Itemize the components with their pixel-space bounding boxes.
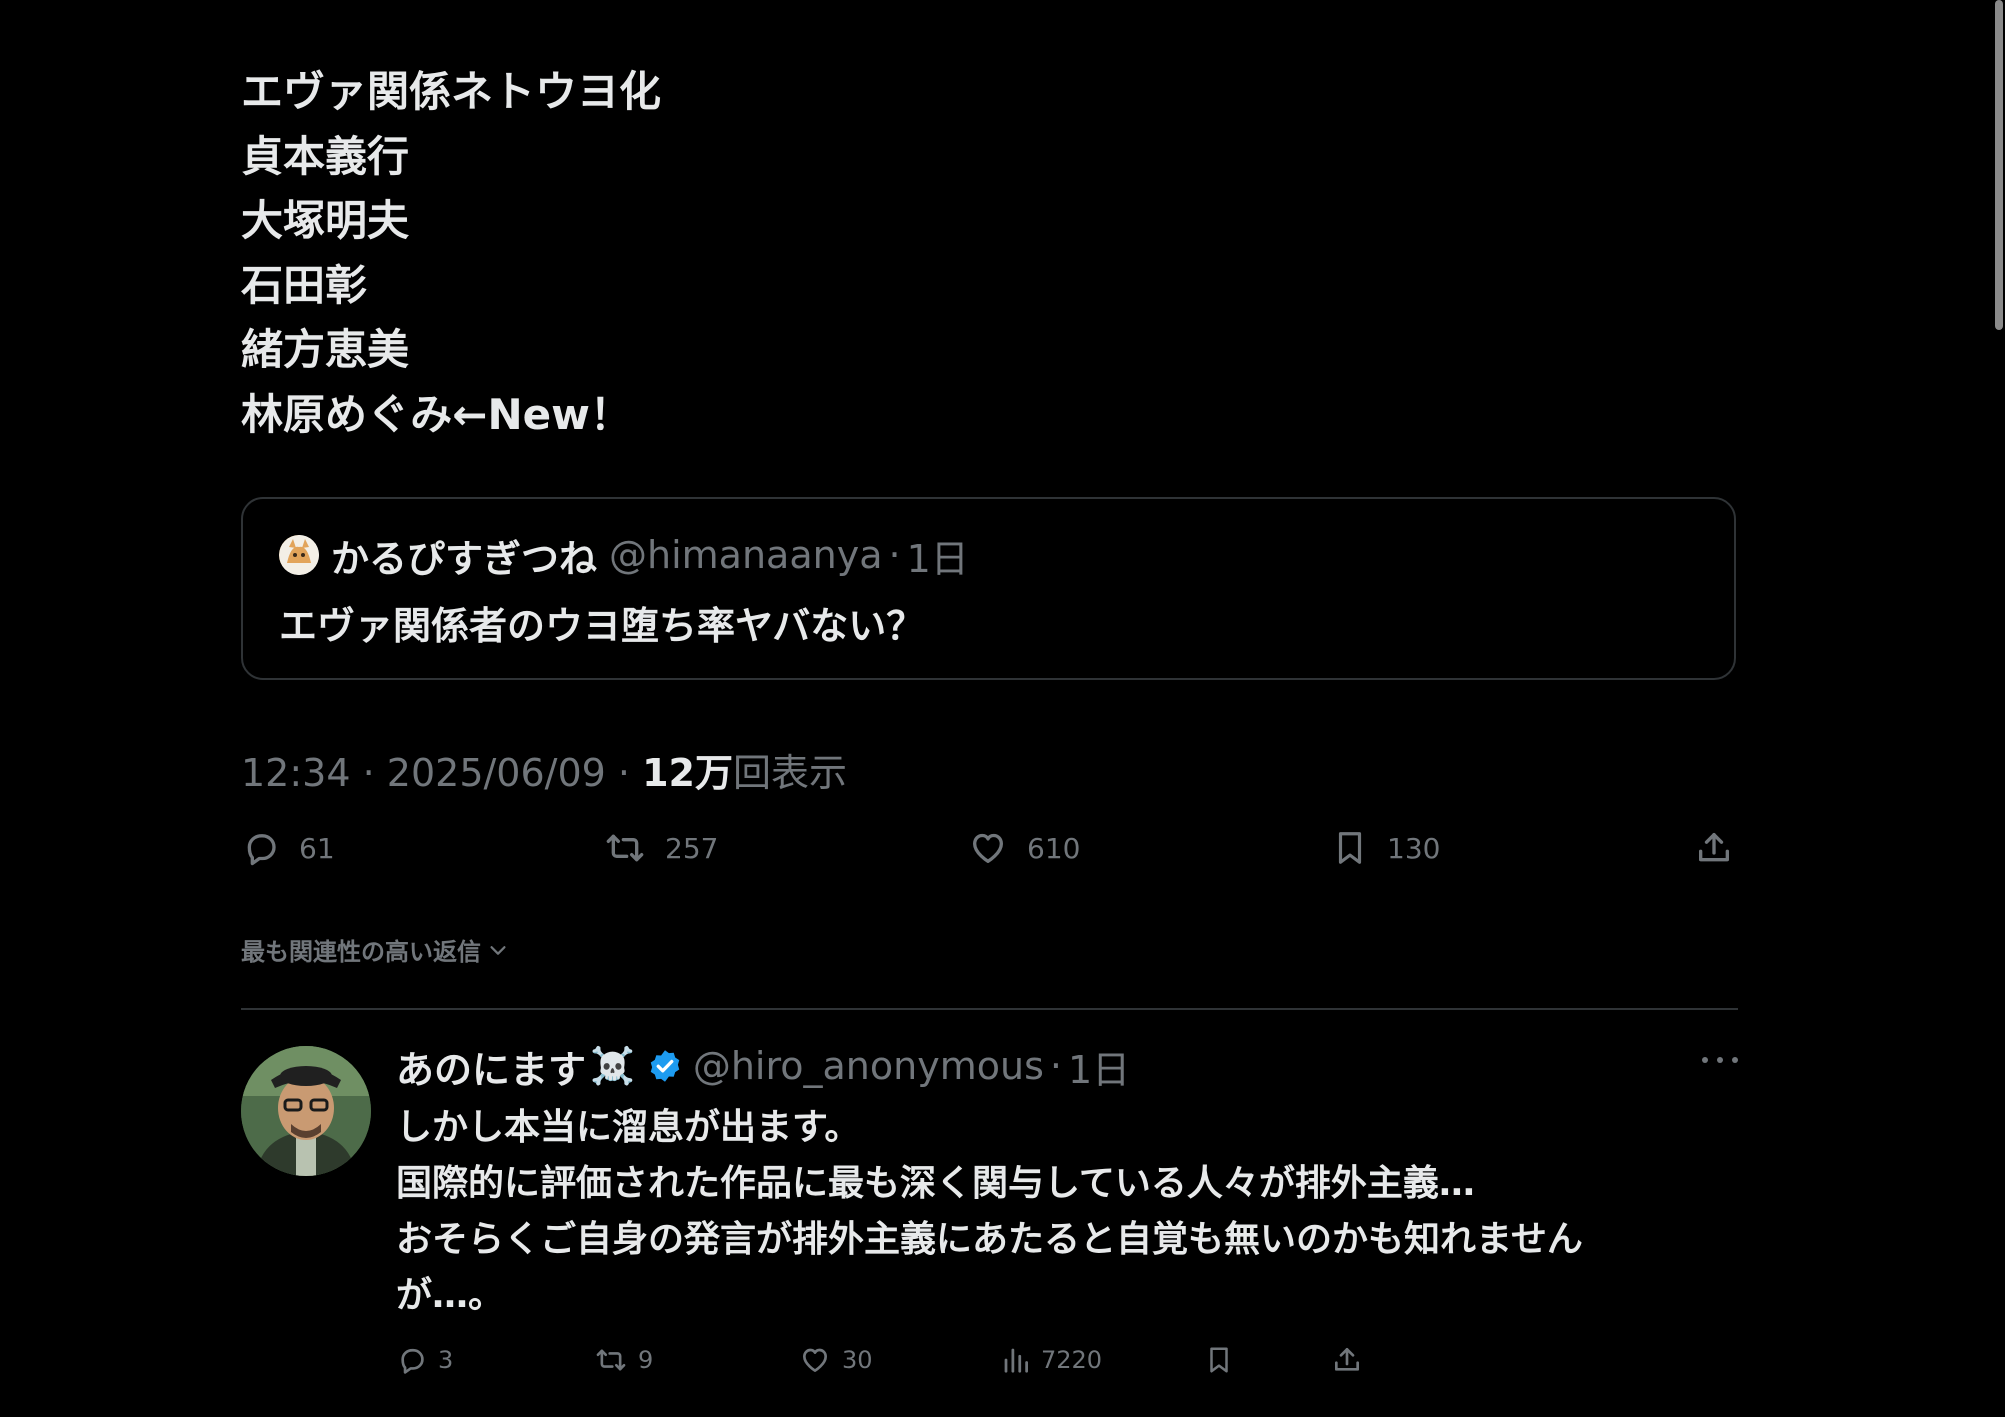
tweet-meta: 12:34 · 2025/06/09 · 12万回表示 [241, 742, 847, 797]
reply-tweet[interactable]: あのにます ☠️ @hiro_anonymous · 1日 しかし本当に溜息が出… [241, 1040, 1738, 1410]
reply-like-button[interactable]: 30 [798, 1340, 873, 1380]
reply-header: あのにます ☠️ @hiro_anonymous · 1日 [396, 1042, 1130, 1092]
more-icon[interactable] [1702, 1050, 1738, 1070]
share-icon [1699, 833, 1729, 862]
reply-icon [401, 1348, 424, 1374]
bookmark-button[interactable]: 130 [1331, 824, 1440, 872]
tweet-line: 貞本義行 [241, 131, 410, 181]
reply-author-avatar[interactable] [241, 1046, 371, 1176]
scrollbar-thumb[interactable] [1995, 0, 2003, 330]
separator-dot: · [888, 533, 901, 577]
reply-author-handle[interactable]: @hiro_anonymous [693, 1044, 1044, 1088]
page-scrollbar[interactable] [1991, 0, 2005, 1417]
reply-sort-dropdown[interactable]: 最も関連性の高い返信 [241, 932, 509, 967]
reply-line: しかし本当に溜息が出ます。 [396, 1107, 861, 1148]
reply-icon [247, 834, 276, 866]
reply-share-button[interactable] [1331, 1340, 1363, 1380]
tweet-line: 林原めぐみ←New！ [241, 389, 632, 439]
views-icon [1004, 1348, 1028, 1373]
separator-dot: · [1049, 1044, 1062, 1088]
reply-time[interactable]: 1日 [1068, 1039, 1130, 1094]
quoted-tweet-header: かるぴすぎつね @himanaanya · 1日 [279, 533, 969, 581]
reply-like-count: 30 [842, 1346, 873, 1374]
view-count: 12万 [642, 751, 733, 795]
reply-author-name[interactable]: あのにます [396, 1039, 586, 1094]
chevron-down-icon [490, 945, 506, 955]
reply-reply-count: 3 [438, 1346, 454, 1374]
bookmark-icon [1338, 832, 1362, 864]
share-button[interactable] [1694, 824, 1734, 872]
retweet-icon [596, 1349, 626, 1371]
reply-reply-button[interactable]: 3 [396, 1340, 453, 1380]
retweet-count: 257 [665, 831, 719, 865]
reply-bookmark-button[interactable] [1204, 1340, 1234, 1380]
view-count-label: 回表示 [733, 751, 848, 795]
bookmark-icon [1210, 1347, 1228, 1373]
bookmark-count: 130 [1387, 831, 1441, 865]
tweet-text: エヴァ関係ネトウヨ化 貞本義行 大塚明夫 石田彰 緒方恵美 林原めぐみ←New！ [241, 60, 661, 447]
tweet-date[interactable]: 2025/06/09 [387, 751, 606, 795]
reply-text: しかし本当に溜息が出ます。 国際的に評価された作品に最も深く関与している人々が排… [396, 1100, 1583, 1324]
quoted-author-handle[interactable]: @himanaanya [609, 533, 882, 577]
reply-sort-label: 最も関連性の高い返信 [241, 938, 481, 966]
heart-icon [803, 1348, 827, 1372]
quoted-tweet-time[interactable]: 1日 [907, 528, 969, 583]
heart-icon [973, 833, 1003, 863]
quoted-author-avatar[interactable] [279, 535, 319, 575]
reply-button[interactable]: 61 [241, 824, 335, 872]
quoted-author-name[interactable]: かるぴすぎつね [331, 528, 597, 583]
tweet-line: 大塚明夫 [241, 196, 410, 245]
skull-emoji: ☠️ [590, 1046, 635, 1087]
like-count: 610 [1027, 831, 1081, 865]
verified-badge-icon[interactable] [647, 1048, 683, 1084]
separator-dot: · [362, 751, 375, 795]
reply-views-button[interactable]: 7220 [1001, 1340, 1102, 1380]
reply-retweet-button[interactable]: 9 [594, 1340, 653, 1380]
reply-action-bar: 3 9 30 7220 [396, 1340, 1736, 1380]
tweet-action-bar: 61 257 610 130 [241, 824, 1738, 872]
tweet-line: 石田彰 [241, 260, 368, 310]
quoted-tweet-text: エヴァ関係者のウヨ堕ち率ヤバない？ [279, 604, 925, 648]
reply-view-count: 7220 [1041, 1346, 1103, 1374]
separator-dot: · [617, 751, 631, 795]
retweet-button[interactable]: 257 [603, 824, 718, 872]
tweet-line: エヴァ関係ネトウヨ化 [241, 67, 662, 116]
retweet-icon [606, 834, 644, 862]
tweet-line: 緒方恵美 [241, 325, 410, 374]
share-icon [1335, 1348, 1359, 1371]
like-button[interactable]: 610 [967, 824, 1080, 872]
reply-line: が…。 [396, 1275, 505, 1316]
reply-retweet-count: 9 [638, 1346, 654, 1374]
quoted-tweet-card[interactable]: かるぴすぎつね @himanaanya · 1日 エヴァ関係者のウヨ堕ち率ヤバな… [241, 497, 1736, 680]
reply-line: 国際的に評価された作品に最も深く関与している人々が排外主義… [396, 1163, 1475, 1204]
tweet-time[interactable]: 12:34 [241, 751, 351, 795]
reply-line: おそらくご自身の発言が排外主義にあたると自覚も無いのかも知れません [396, 1219, 1583, 1260]
reply-count: 61 [299, 831, 335, 865]
divider [241, 1008, 1738, 1010]
